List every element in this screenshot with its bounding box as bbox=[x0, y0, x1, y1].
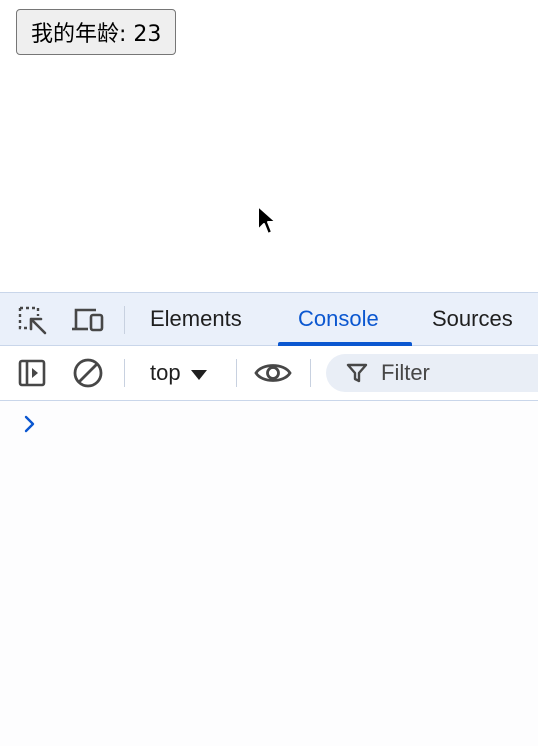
toolbar-divider-2 bbox=[236, 359, 237, 387]
device-toolbar-icon[interactable] bbox=[70, 304, 106, 336]
tab-sources[interactable]: Sources bbox=[432, 293, 513, 345]
console-toolbar: top Filter bbox=[0, 346, 538, 401]
tab-elements[interactable]: Elements bbox=[150, 293, 242, 345]
inspect-element-icon[interactable] bbox=[14, 304, 50, 336]
dropdown-caret-icon bbox=[190, 369, 207, 380]
tabbar-divider bbox=[124, 306, 125, 334]
console-output[interactable] bbox=[0, 401, 538, 746]
devtools-tabbar: Elements Console Sources bbox=[0, 292, 538, 346]
age-button[interactable]: 我的年龄: 23 bbox=[16, 9, 177, 55]
filter-funnel-icon bbox=[346, 363, 368, 383]
filter-placeholder: Filter bbox=[381, 360, 430, 385]
tab-console[interactable]: Console bbox=[298, 293, 379, 345]
page-viewport: 我的年龄: 23 bbox=[0, 0, 538, 292]
mouse-cursor-icon bbox=[257, 205, 277, 235]
context-selector-value: top bbox=[150, 360, 181, 385]
clear-console-icon[interactable] bbox=[70, 357, 106, 389]
filter-input[interactable]: Filter bbox=[326, 354, 538, 392]
live-expression-eye-icon[interactable] bbox=[253, 357, 293, 389]
page: 我的年龄: 23 Elements Console Sources top Fi… bbox=[0, 0, 538, 746]
console-prompt-chevron-icon bbox=[24, 415, 35, 433]
toolbar-divider-3 bbox=[310, 359, 311, 387]
devtools-panel: Elements Console Sources top Filter bbox=[0, 292, 538, 746]
show-sidebar-icon[interactable] bbox=[15, 357, 49, 389]
toolbar-divider-1 bbox=[124, 359, 125, 387]
context-selector[interactable]: top bbox=[150, 346, 207, 400]
